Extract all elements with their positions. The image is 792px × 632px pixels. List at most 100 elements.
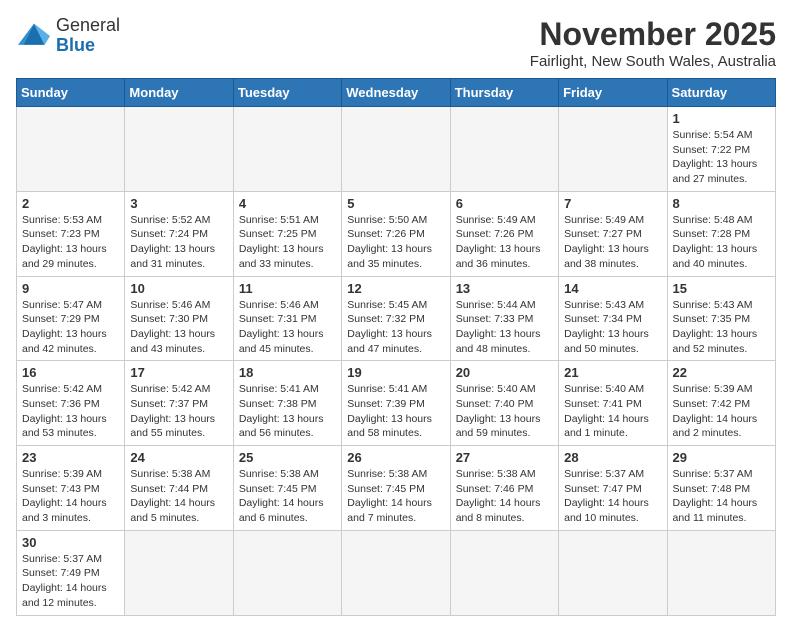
day-number: 22	[673, 365, 770, 380]
calendar-cell	[342, 530, 450, 615]
calendar-cell: 2 Sunrise: 5:53 AM Sunset: 7:23 PM Daylig…	[17, 191, 125, 276]
calendar-cell	[342, 107, 450, 192]
day-number: 19	[347, 365, 444, 380]
calendar-cell	[17, 107, 125, 192]
day-info: Sunrise: 5:49 AM Sunset: 7:27 PM Dayligh…	[564, 213, 661, 272]
calendar-cell	[667, 530, 775, 615]
day-info: Sunrise: 5:46 AM Sunset: 7:30 PM Dayligh…	[130, 298, 227, 357]
calendar-cell: 9Sunrise: 5:47 AM Sunset: 7:29 PM Daylig…	[17, 276, 125, 361]
calendar-week-row: 2 Sunrise: 5:53 AM Sunset: 7:23 PM Daylig…	[17, 191, 776, 276]
calendar-cell: 1 Sunrise: 5:54 AM Sunset: 7:22 PM Daylig…	[667, 107, 775, 192]
calendar-cell: 14Sunrise: 5:43 AM Sunset: 7:34 PM Dayli…	[559, 276, 667, 361]
calendar-week-row: 30Sunrise: 5:37 AM Sunset: 7:49 PM Dayli…	[17, 530, 776, 615]
calendar-cell: 5Sunrise: 5:50 AM Sunset: 7:26 PM Daylig…	[342, 191, 450, 276]
calendar-cell: 25 Sunrise: 5:38 AM Sunset: 7:45 PM Dayli…	[233, 446, 341, 531]
day-number: 18	[239, 365, 336, 380]
day-info: Sunrise: 5:44 AM Sunset: 7:33 PM Dayligh…	[456, 298, 553, 357]
title-area: November 2025 Fairlight, New South Wales…	[530, 16, 776, 70]
day-number: 27	[456, 450, 553, 465]
day-number: 17	[130, 365, 227, 380]
calendar-cell: 10 Sunrise: 5:46 AM Sunset: 7:30 PM Dayli…	[125, 276, 233, 361]
day-info: Sunrise: 5:45 AM Sunset: 7:32 PM Dayligh…	[347, 298, 444, 357]
calendar-cell: 23Sunrise: 5:39 AM Sunset: 7:43 PM Dayli…	[17, 446, 125, 531]
calendar-cell: 24Sunrise: 5:38 AM Sunset: 7:44 PM Dayli…	[125, 446, 233, 531]
logo-icon	[16, 20, 52, 52]
day-info: Sunrise: 5:43 AM Sunset: 7:35 PM Dayligh…	[673, 298, 770, 357]
calendar-cell: 28 Sunrise: 5:37 AM Sunset: 7:47 PM Dayli…	[559, 446, 667, 531]
calendar-week-row: 1 Sunrise: 5:54 AM Sunset: 7:22 PM Daylig…	[17, 107, 776, 192]
calendar-cell: 11Sunrise: 5:46 AM Sunset: 7:31 PM Dayli…	[233, 276, 341, 361]
location-subtitle: Fairlight, New South Wales, Australia	[530, 53, 776, 70]
calendar-cell	[233, 107, 341, 192]
calendar-cell	[233, 530, 341, 615]
day-number: 20	[456, 365, 553, 380]
day-number: 25	[239, 450, 336, 465]
day-number: 8	[673, 196, 770, 211]
day-info: Sunrise: 5:50 AM Sunset: 7:26 PM Dayligh…	[347, 213, 444, 272]
weekday-header-tuesday: Tuesday	[233, 79, 341, 107]
day-number: 15	[673, 281, 770, 296]
day-number: 6	[456, 196, 553, 211]
calendar-cell: 4Sunrise: 5:51 AM Sunset: 7:25 PM Daylig…	[233, 191, 341, 276]
weekday-header-thursday: Thursday	[450, 79, 558, 107]
calendar-cell	[125, 530, 233, 615]
day-number: 29	[673, 450, 770, 465]
day-number: 16	[22, 365, 119, 380]
day-number: 28	[564, 450, 661, 465]
day-number: 1	[673, 111, 770, 126]
calendar-cell: 18Sunrise: 5:41 AM Sunset: 7:38 PM Dayli…	[233, 361, 341, 446]
day-info: Sunrise: 5:40 AM Sunset: 7:41 PM Dayligh…	[564, 382, 661, 441]
day-info: Sunrise: 5:37 AM Sunset: 7:47 PM Dayligh…	[564, 467, 661, 526]
day-number: 2	[22, 196, 119, 211]
day-number: 13	[456, 281, 553, 296]
month-title: November 2025	[530, 16, 776, 53]
day-info: Sunrise: 5:39 AM Sunset: 7:42 PM Dayligh…	[673, 382, 770, 441]
day-number: 24	[130, 450, 227, 465]
day-info: Sunrise: 5:38 AM Sunset: 7:45 PM Dayligh…	[347, 467, 444, 526]
day-info: Sunrise: 5:48 AM Sunset: 7:28 PM Dayligh…	[673, 213, 770, 272]
day-number: 12	[347, 281, 444, 296]
calendar-table: SundayMondayTuesdayWednesdayThursdayFrid…	[16, 78, 776, 616]
day-info: Sunrise: 5:41 AM Sunset: 7:39 PM Dayligh…	[347, 382, 444, 441]
calendar-cell	[559, 530, 667, 615]
day-info: Sunrise: 5:38 AM Sunset: 7:46 PM Dayligh…	[456, 467, 553, 526]
calendar-week-row: 9Sunrise: 5:47 AM Sunset: 7:29 PM Daylig…	[17, 276, 776, 361]
day-info: Sunrise: 5:54 AM Sunset: 7:22 PM Dayligh…	[673, 128, 770, 187]
calendar-cell: 19 Sunrise: 5:41 AM Sunset: 7:39 PM Dayli…	[342, 361, 450, 446]
weekday-header-wednesday: Wednesday	[342, 79, 450, 107]
page-header: General Blue November 2025 Fairlight, Ne…	[16, 16, 776, 70]
day-number: 30	[22, 535, 119, 550]
day-info: Sunrise: 5:37 AM Sunset: 7:48 PM Dayligh…	[673, 467, 770, 526]
weekday-header-row: SundayMondayTuesdayWednesdayThursdayFrid…	[17, 79, 776, 107]
calendar-cell: 30Sunrise: 5:37 AM Sunset: 7:49 PM Dayli…	[17, 530, 125, 615]
calendar-cell	[450, 530, 558, 615]
weekday-header-sunday: Sunday	[17, 79, 125, 107]
logo: General Blue	[16, 16, 120, 56]
calendar-cell: 8 Sunrise: 5:48 AM Sunset: 7:28 PM Daylig…	[667, 191, 775, 276]
calendar-cell: 12 Sunrise: 5:45 AM Sunset: 7:32 PM Dayli…	[342, 276, 450, 361]
calendar-cell	[559, 107, 667, 192]
calendar-cell: 17Sunrise: 5:42 AM Sunset: 7:37 PM Dayli…	[125, 361, 233, 446]
day-info: Sunrise: 5:40 AM Sunset: 7:40 PM Dayligh…	[456, 382, 553, 441]
weekday-header-friday: Friday	[559, 79, 667, 107]
day-number: 3	[130, 196, 227, 211]
day-number: 9	[22, 281, 119, 296]
day-info: Sunrise: 5:38 AM Sunset: 7:45 PM Dayligh…	[239, 467, 336, 526]
day-info: Sunrise: 5:46 AM Sunset: 7:31 PM Dayligh…	[239, 298, 336, 357]
calendar-cell: 20 Sunrise: 5:40 AM Sunset: 7:40 PM Dayli…	[450, 361, 558, 446]
day-number: 21	[564, 365, 661, 380]
day-info: Sunrise: 5:53 AM Sunset: 7:23 PM Dayligh…	[22, 213, 119, 272]
weekday-header-monday: Monday	[125, 79, 233, 107]
day-info: Sunrise: 5:42 AM Sunset: 7:36 PM Dayligh…	[22, 382, 119, 441]
day-number: 7	[564, 196, 661, 211]
calendar-cell: 22 Sunrise: 5:39 AM Sunset: 7:42 PM Dayli…	[667, 361, 775, 446]
calendar-cell: 29 Sunrise: 5:37 AM Sunset: 7:48 PM Dayli…	[667, 446, 775, 531]
calendar-cell: 26 Sunrise: 5:38 AM Sunset: 7:45 PM Dayli…	[342, 446, 450, 531]
day-number: 26	[347, 450, 444, 465]
day-info: Sunrise: 5:39 AM Sunset: 7:43 PM Dayligh…	[22, 467, 119, 526]
calendar-cell: 16 Sunrise: 5:42 AM Sunset: 7:36 PM Dayli…	[17, 361, 125, 446]
day-info: Sunrise: 5:51 AM Sunset: 7:25 PM Dayligh…	[239, 213, 336, 272]
calendar-cell: 6Sunrise: 5:49 AM Sunset: 7:26 PM Daylig…	[450, 191, 558, 276]
calendar-cell: 21 Sunrise: 5:40 AM Sunset: 7:41 PM Dayli…	[559, 361, 667, 446]
day-number: 10	[130, 281, 227, 296]
